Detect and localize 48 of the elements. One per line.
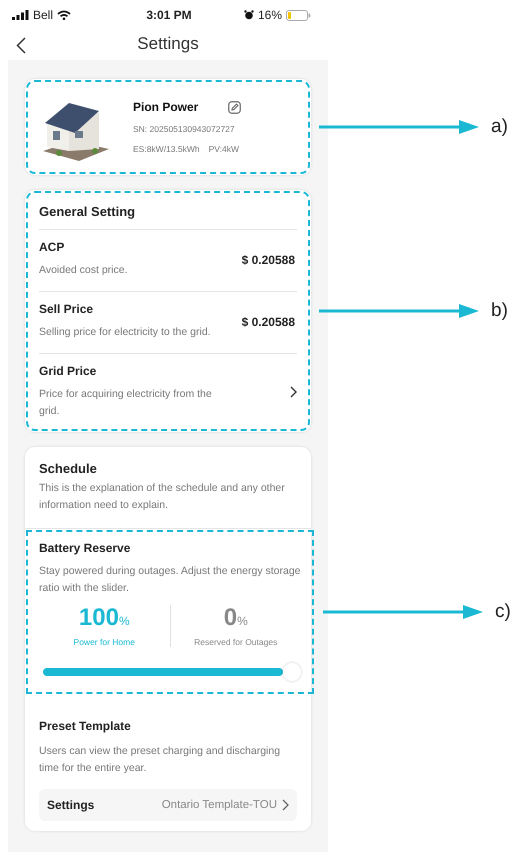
page-title: Settings (137, 34, 199, 54)
battery-percent: 16% (258, 8, 282, 22)
section-title: Battery Reserve (39, 541, 132, 555)
chevron-right-icon (290, 386, 297, 398)
serial-number: SN: 202505130943072727 (133, 124, 236, 134)
setting-description: Avoided cost price. (39, 263, 129, 278)
section-title: General Setting (39, 203, 136, 221)
arrow-icon (319, 304, 479, 318)
setting-title: Grid Price (39, 364, 98, 378)
price-value: $ 0.20588 (242, 314, 295, 328)
status-time: 3:01 PM (146, 8, 192, 22)
callout-label: a) (491, 116, 508, 138)
chevron-right-icon (282, 799, 289, 811)
stat-label: Power for Home (74, 637, 135, 647)
setting-description: Price for acquiring electricity from the grid. (39, 387, 213, 419)
edit-button[interactable] (228, 100, 242, 114)
row-label: Settings (47, 798, 94, 812)
back-button[interactable] (14, 35, 28, 56)
section-description: This is the explanation of the schedule and any other information need to explain. (39, 481, 286, 513)
percent-value: 0% (224, 605, 248, 633)
callout-label: b) (491, 300, 508, 322)
alarm-icon (244, 10, 254, 20)
arrow-icon (323, 605, 483, 619)
arrow-icon (319, 120, 479, 134)
pencil-square-icon (228, 100, 242, 114)
stat-label: Reserved for Outages (194, 637, 278, 647)
template-row[interactable]: Settings Ontario Template-TOU (39, 789, 297, 821)
section-title: Schedule (39, 460, 98, 478)
setting-title: Sell Price (39, 302, 94, 316)
percent-value: 100% (78, 605, 130, 633)
section-title: Preset Template (39, 719, 132, 733)
spec-text: ES:8kW/13.5kWh (133, 144, 200, 154)
price-value: $ 0.20588 (242, 252, 295, 266)
wifi-icon (57, 10, 72, 20)
slider-thumb[interactable] (283, 663, 301, 681)
setting-description: Selling price for electricity to the grid. (39, 325, 212, 340)
device-name: Pion Power (133, 100, 198, 114)
section-description: Stay powered during outages. Adjust the energy storage ratio with the slider. (39, 564, 301, 596)
chevron-left-icon (16, 37, 26, 54)
battery-icon (286, 10, 312, 20)
setting-row[interactable]: Grid Price Price for acquiring electricity from the grid. (39, 353, 297, 428)
section-description: Users can view the preset charging and discharging time for the entire year. (39, 744, 282, 776)
signal-icon (12, 10, 29, 20)
carrier-name: Bell (33, 8, 54, 22)
setting-title: ACP (39, 240, 66, 254)
spec-text: PV:4kW (208, 144, 239, 154)
callout-label: c) (495, 601, 511, 623)
template-name: Ontario Template-TOU (162, 799, 277, 811)
